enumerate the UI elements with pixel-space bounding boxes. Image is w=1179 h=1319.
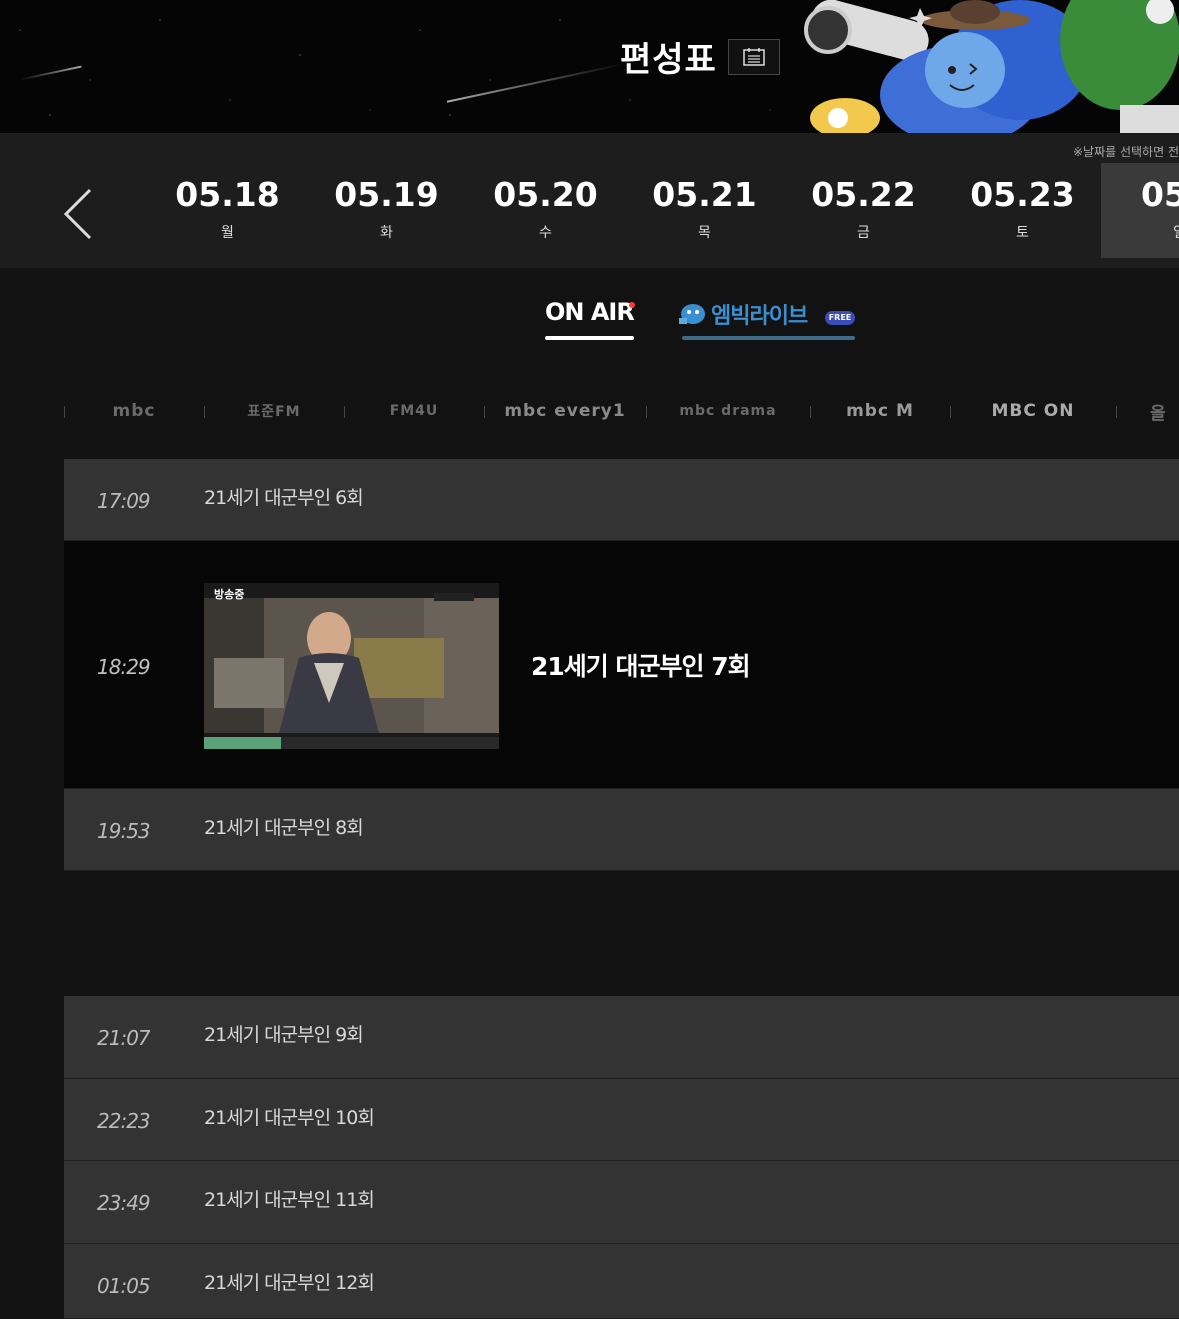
date-value: 05.22 <box>811 175 916 214</box>
tab-underline <box>682 336 855 340</box>
schedule-row[interactable]: 17:09 21세기 대군부인 6회 <box>64 459 1179 541</box>
date-item[interactable]: 05.20 수 <box>466 163 625 258</box>
date-weekday: 금 <box>857 225 870 241</box>
tab-active-underline <box>545 336 634 340</box>
date-value: 05.19 <box>334 175 439 214</box>
program-time: 19:53 <box>97 819 151 843</box>
page-header: 편성표 <box>0 0 1179 133</box>
program-title: 21세기 대군부인 11회 <box>204 1189 375 1211</box>
channel-standard-fm[interactable]: 표준FM <box>204 396 344 426</box>
date-weekday: 화 <box>380 225 393 241</box>
program-title: 21세기 대군부인 9회 <box>204 1024 364 1046</box>
schedule-row[interactable]: 19:53 21세기 대군부인 8회 <box>64 789 1179 871</box>
date-weekday: 목 <box>698 225 711 241</box>
progress-fill <box>204 737 281 749</box>
date-value: 05. <box>1141 175 1179 214</box>
program-time: 17:09 <box>97 489 151 513</box>
program-title: 21세기 대군부인 6회 <box>204 487 364 509</box>
page-title: 편성표 <box>620 40 717 80</box>
channel-mbc-every1[interactable]: mbc every1 <box>484 396 646 426</box>
program-title: 21세기 대군부인 10회 <box>204 1107 375 1129</box>
date-item[interactable]: 05.18 월 <box>148 163 307 258</box>
channel-mbc[interactable]: mbc <box>64 396 204 426</box>
date-weekday: 토 <box>1016 225 1029 241</box>
program-title: 21세기 대군부인 12회 <box>204 1272 375 1294</box>
progress-bar <box>204 737 499 749</box>
thumbnail-image <box>204 598 499 733</box>
tab-mbig-live[interactable]: 엠빅라이브 FREE <box>677 298 855 340</box>
program-title: 21세기 대군부인 8회 <box>204 817 364 839</box>
schedule-row-onair[interactable]: 18:29 방송중 21세기 대군부인 7회 <box>64 541 1179 789</box>
mbig-mascot-icon <box>679 304 705 324</box>
tab-onair-label: ON AIR <box>545 298 635 326</box>
tab-mbig-label: 엠빅라이브 <box>711 304 808 329</box>
mascot-illustration <box>804 0 1179 133</box>
onair-badge: 방송중 <box>214 588 245 601</box>
broadcast-tabs: ON AIR 엠빅라이브 FREE <box>0 268 1179 368</box>
program-time: 22:23 <box>97 1109 151 1133</box>
channel-mbc-on[interactable]: MBC ON <box>950 396 1116 426</box>
date-item[interactable]: 05.19 화 <box>307 163 466 258</box>
calendar-button[interactable] <box>728 39 780 75</box>
channel-more[interactable]: 올 <box>1150 396 1179 426</box>
date-item[interactable]: 05.22 금 <box>784 163 943 258</box>
date-note: ※날짜를 선택하면 전 <box>1072 145 1179 159</box>
prev-date-button[interactable] <box>60 188 100 240</box>
channel-list: mbc 표준FM FM4U mbc every1 mbc drama mbc M… <box>0 368 1179 456</box>
chevron-left-icon <box>63 188 92 240</box>
date-navigation: ※날짜를 선택하면 전 05.18 월 05.19 화 05.20 수 05.2… <box>0 133 1179 268</box>
program-title: 21세기 대군부인 7회 <box>531 652 751 681</box>
date-value: 05.18 <box>175 175 280 214</box>
date-weekday: 일 <box>1101 222 1179 242</box>
channel-mbc-drama[interactable]: mbc drama <box>646 396 810 426</box>
date-value: 05.23 <box>970 175 1075 214</box>
program-time: 18:29 <box>97 655 151 679</box>
program-time: 21:07 <box>97 1026 151 1050</box>
schedule-row[interactable]: 01:05 21세기 대군부인 12회 <box>64 1244 1179 1319</box>
date-weekday: 수 <box>539 225 552 241</box>
channel-fm4u[interactable]: FM4U <box>344 396 484 426</box>
program-time: 01:05 <box>97 1274 151 1298</box>
tab-onair[interactable]: ON AIR <box>545 298 635 340</box>
date-item[interactable]: 05.23 토 <box>943 163 1102 258</box>
channel-separator <box>1116 406 1117 418</box>
schedule-row[interactable]: 23:49 21세기 대군부인 11회 <box>64 1161 1179 1244</box>
free-badge: FREE <box>825 311 855 325</box>
program-time: 23:49 <box>97 1191 151 1215</box>
schedule-row[interactable]: 21:07 21세기 대군부인 9회 <box>64 996 1179 1079</box>
live-dot <box>629 302 635 308</box>
date-weekday: 월 <box>221 225 234 241</box>
live-thumbnail[interactable]: 방송중 <box>204 583 499 749</box>
date-value: 05.21 <box>652 175 757 214</box>
date-value: 05.20 <box>493 175 598 214</box>
channel-mbc-m[interactable]: mbc M <box>810 396 950 426</box>
channel-watermark <box>434 593 474 601</box>
date-item-selected[interactable]: 05. 일 <box>1101 163 1179 258</box>
date-item[interactable]: 05.21 목 <box>625 163 784 258</box>
calendar-icon <box>743 48 765 66</box>
schedule-row[interactable]: 22:23 21세기 대군부인 10회 <box>64 1079 1179 1161</box>
